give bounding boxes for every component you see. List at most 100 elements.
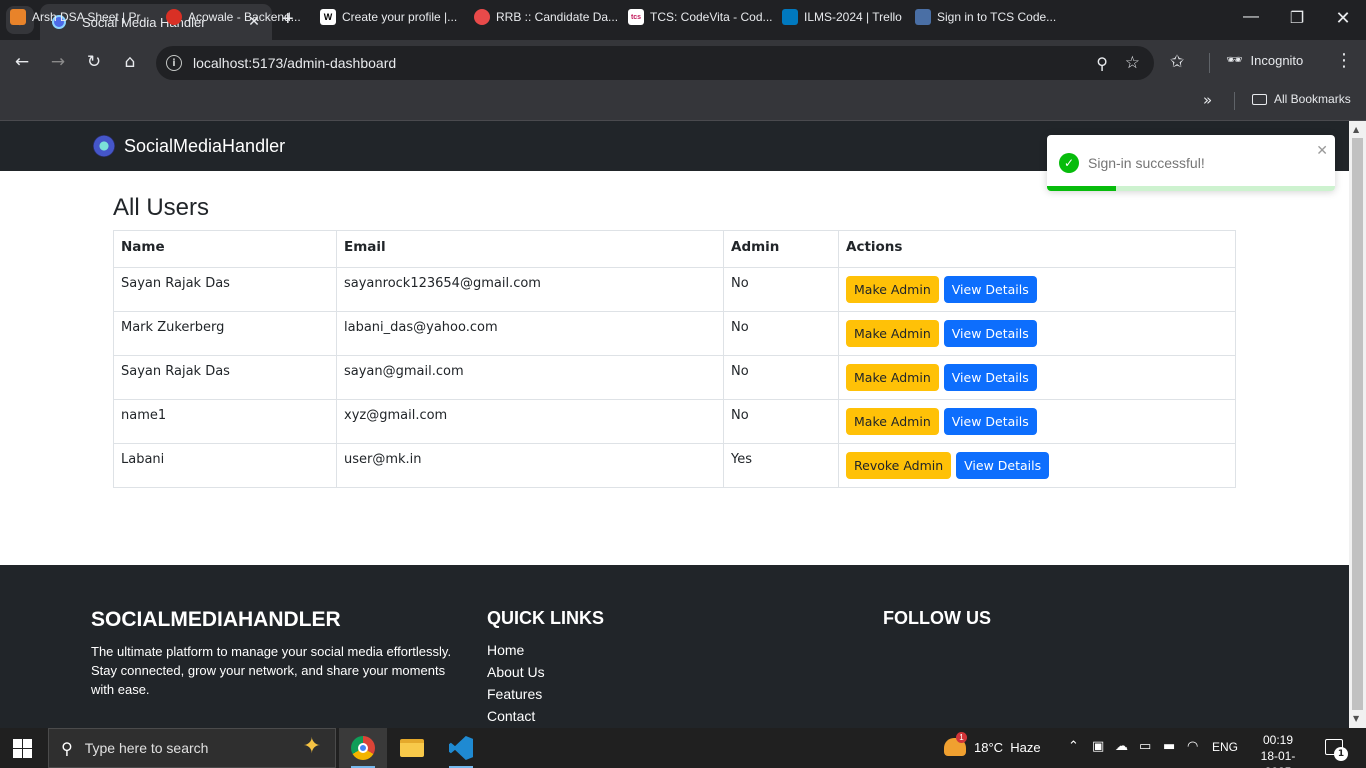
forward-button[interactable]: → xyxy=(46,52,70,72)
toast-message: Sign-in successful! xyxy=(1088,155,1205,171)
user-name: name1 xyxy=(113,399,337,444)
browser-menu-icon[interactable]: ⋮ xyxy=(1335,50,1353,71)
user-admin-status: No xyxy=(723,311,839,356)
restore-button[interactable]: ❐ xyxy=(1282,8,1312,28)
bookmark-item[interactable]: Sign in to TCS Code... xyxy=(915,6,1056,28)
toast-close-icon[interactable]: ✕ xyxy=(1316,143,1328,159)
bookmarks-divider xyxy=(1234,92,1235,110)
extensions-icon[interactable]: ✩ xyxy=(1170,52,1184,72)
wifi-icon[interactable]: ◠ xyxy=(1187,739,1198,754)
taskbar-search-box[interactable]: ⚲ Type here to search ✦ xyxy=(48,728,336,768)
bookmark-item[interactable]: ILMS-2024 | Trello xyxy=(782,6,902,28)
bookmark-favicon-icon xyxy=(474,9,490,25)
file-explorer-taskbar-app[interactable] xyxy=(388,728,436,768)
table-row: Labani user@mk.in Yes Revoke Admin View D… xyxy=(113,443,1236,488)
address-bar[interactable]: i localhost:5173/admin-dashboard ⚲ ☆ xyxy=(156,46,1154,80)
back-button[interactable]: ← xyxy=(10,52,34,72)
chrome-taskbar-app[interactable] xyxy=(339,728,387,768)
chevron-up-icon[interactable]: ⌃ xyxy=(1068,739,1079,754)
more-bookmarks-icon[interactable]: » xyxy=(1203,91,1212,109)
bookmark-star-icon[interactable]: ☆ xyxy=(1125,53,1140,73)
all-bookmarks-button[interactable]: All Bookmarks xyxy=(1252,92,1351,106)
url-text[interactable]: localhost:5173/admin-dashboard xyxy=(193,55,396,71)
view-details-button[interactable]: View Details xyxy=(943,276,1037,303)
footer-link-home[interactable]: Home xyxy=(487,639,545,661)
make-admin-button[interactable]: Make Admin xyxy=(846,364,939,391)
column-header-admin: Admin xyxy=(723,230,839,268)
table-row: Sayan Rajak Das sayan@gmail.com No Make … xyxy=(113,355,1236,400)
search-placeholder: Type here to search xyxy=(84,740,209,756)
user-actions: Make Admin View Details xyxy=(838,399,1236,444)
system-clock[interactable]: 00:19 18-01-2025 xyxy=(1248,732,1308,768)
chrome-icon xyxy=(351,736,375,760)
check-icon: ✓ xyxy=(1059,153,1079,173)
page-title: All Users xyxy=(113,194,210,221)
bookmark-item[interactable]: tcs TCS: CodeVita - Cod... xyxy=(628,6,773,28)
vscode-icon xyxy=(449,736,473,760)
file-explorer-icon xyxy=(400,739,424,757)
brand-name: SocialMediaHandler xyxy=(124,135,286,156)
make-admin-button[interactable]: Make Admin xyxy=(846,320,939,347)
quick-links-list: Home About Us Features Contact xyxy=(487,639,545,727)
weather-widget[interactable]: 1 18°C Haze xyxy=(944,732,1041,756)
user-admin-status: No xyxy=(723,267,839,312)
language-indicator[interactable]: ENG xyxy=(1212,740,1238,754)
user-name: Sayan Rajak Das xyxy=(113,267,337,312)
users-table: Name Email Admin Actions Sayan Rajak Das… xyxy=(113,230,1236,488)
close-window-button[interactable]: ✕ xyxy=(1328,8,1358,29)
sparkle-icon: ✦ xyxy=(302,734,321,759)
view-details-button[interactable]: View Details xyxy=(943,364,1037,391)
revoke-admin-button[interactable]: Revoke Admin xyxy=(846,452,952,479)
bookmark-item[interactable]: RRB :: Candidate Da... xyxy=(474,6,618,28)
view-details-button[interactable]: View Details xyxy=(956,452,1050,479)
cloud-icon[interactable]: ☁ xyxy=(1115,739,1128,754)
quick-links-title: QUICK LINKS xyxy=(487,608,604,628)
scrollbar-thumb[interactable] xyxy=(1352,138,1363,710)
view-details-button[interactable]: View Details xyxy=(943,320,1037,347)
bookmark-item[interactable]: W Create your profile |... xyxy=(320,6,457,28)
windows-start-icon[interactable] xyxy=(13,739,32,758)
footer-description: The ultimate platform to manage your soc… xyxy=(91,644,452,697)
minimize-button[interactable]: — xyxy=(1236,8,1266,26)
incognito-icon: 🕶 xyxy=(1226,52,1243,67)
user-email: xyz@gmail.com xyxy=(336,399,724,444)
bookmark-item[interactable]: Acowale - Backend... xyxy=(166,6,301,28)
toast-progress-bar xyxy=(1047,186,1117,191)
toolbar-divider xyxy=(1209,53,1210,73)
view-details-button[interactable]: View Details xyxy=(943,408,1037,435)
user-email: labani_das@yahoo.com xyxy=(336,311,724,356)
footer-link-about[interactable]: About Us xyxy=(487,661,545,683)
site-info-icon[interactable]: i xyxy=(166,55,182,71)
user-actions: Make Admin View Details xyxy=(838,267,1236,312)
success-toast: ✓ Sign-in successful! ✕ xyxy=(1047,135,1335,191)
scroll-up-icon[interactable]: ▲ xyxy=(1353,125,1359,134)
scroll-down-icon[interactable]: ▼ xyxy=(1353,714,1359,723)
clock-time: 00:19 xyxy=(1262,733,1294,747)
user-admin-status: No xyxy=(723,399,839,444)
page-scrollbar[interactable]: ▲ ▼ xyxy=(1349,121,1366,728)
user-name: Sayan Rajak Das xyxy=(113,355,337,400)
make-admin-button[interactable]: Make Admin xyxy=(846,276,939,303)
make-admin-button[interactable]: Make Admin xyxy=(846,408,939,435)
vscode-taskbar-app[interactable] xyxy=(437,728,485,768)
footer-link-features[interactable]: Features xyxy=(487,683,545,705)
display-icon[interactable]: ▭ xyxy=(1139,739,1151,754)
incognito-indicator[interactable]: 🕶 Incognito xyxy=(1226,52,1303,68)
weather-badge: 1 xyxy=(956,732,967,743)
bookmark-favicon-icon: tcs xyxy=(628,9,644,25)
footer-link-contact[interactable]: Contact xyxy=(487,705,545,727)
brand-link[interactable]: SocialMediaHandler xyxy=(93,135,285,157)
home-button[interactable]: ⌂ xyxy=(118,52,142,72)
battery-icon[interactable]: ▬ xyxy=(1163,739,1175,754)
page-viewport: SocialMediaHandler All Users Name Email … xyxy=(0,121,1349,728)
column-header-actions: Actions xyxy=(838,230,1236,268)
reload-button[interactable]: ↻ xyxy=(82,52,106,72)
bookmark-item[interactable]: Arsh DSA Sheet | Pr... xyxy=(10,6,150,28)
clock-date: 18-01-2025 xyxy=(1260,749,1296,768)
follow-us-title: FOLLOW US xyxy=(883,608,991,628)
zoom-icon[interactable]: ⚲ xyxy=(1096,54,1108,73)
user-name: Labani xyxy=(113,443,337,488)
incognito-label: Incognito xyxy=(1250,52,1304,68)
bookmark-favicon-icon xyxy=(166,9,182,25)
meet-icon[interactable]: ▣ xyxy=(1092,739,1104,754)
